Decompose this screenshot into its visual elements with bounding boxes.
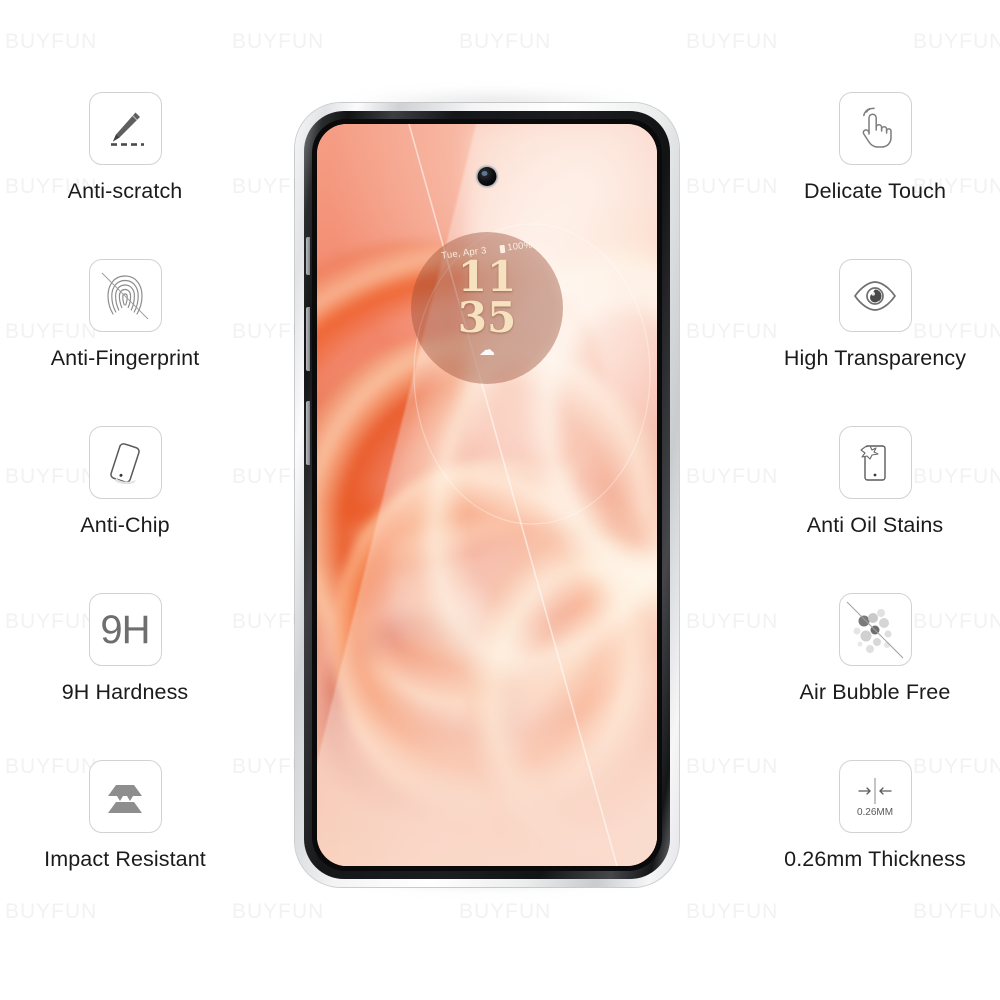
anti-scratch-icon-box [88, 92, 162, 165]
feature-thickness: 0.26MM 0.26mm Thickness [730, 760, 1000, 927]
phone-mockup: Tue, Apr 3 100% 11 35 ☁ 11 GSM ARENA.COM [287, 89, 687, 895]
clock-hour: 11 [457, 252, 517, 301]
feature-high-transparency: High Transparency [730, 259, 1000, 426]
feature-label: Anti-Fingerprint [50, 346, 200, 370]
clock-widget[interactable]: Tue, Apr 3 100% 11 35 ☁ [411, 232, 563, 384]
feature-label: Anti-scratch [67, 179, 183, 203]
feature-label: 0.26mm Thickness [784, 847, 966, 871]
anti-oil-stains-icon-box [838, 426, 912, 499]
feature-9h-hardness: 9H 9H Hardness [0, 593, 270, 760]
phone-screen[interactable]: Tue, Apr 3 100% 11 35 ☁ 11 GSM ARENA.COM [317, 124, 657, 866]
watermark-text: BUYFUN [459, 900, 552, 923]
thickness-value-text: 0.26MM [857, 807, 893, 818]
feature-label: Delicate Touch [803, 179, 947, 203]
feature-anti-fingerprint: Anti-Fingerprint [0, 259, 270, 426]
feature-air-bubble-free: Air Bubble Free [730, 593, 1000, 760]
battery-percent: 100% [506, 239, 534, 254]
air-bubble-free-icon-box [838, 593, 912, 666]
no-bubbles-icon [846, 601, 904, 658]
feature-anti-scratch: Anti-scratch [0, 92, 270, 259]
product-feature-graphic: BUYFUN BUYFUN BUYFUN BUYFUN BUYFUN BUYFUN BUYF… [0, 0, 1000, 1000]
layered-plates-icon [108, 784, 142, 813]
feature-label: High Transparency [783, 346, 967, 370]
feature-impact-resistant: Impact Resistant [0, 760, 270, 927]
anti-chip-icon-box [88, 426, 162, 499]
watermark-text: BUYFUN [686, 30, 779, 53]
side-button-volume-up[interactable] [306, 237, 310, 275]
watermark-text: BUYFUN [232, 30, 325, 53]
watermark-text: BUYFUN [459, 30, 552, 53]
eye-icon [854, 280, 896, 311]
delicate-touch-icon-box [838, 92, 912, 165]
pencil-scratch-icon [111, 112, 144, 146]
watermark-text: BUYFUN [913, 30, 1000, 53]
watermark-text: BUYFUN [5, 30, 98, 53]
hardness-icon-box: 9H [88, 593, 162, 666]
wallpaper-bottom-fade [317, 696, 657, 866]
tap-hand-icon [862, 107, 892, 148]
feature-delicate-touch: Delicate Touch [730, 92, 1000, 259]
fingerprint-icon [101, 272, 149, 319]
feature-label: Anti-Chip [80, 513, 170, 537]
feature-column-right: Delicate Touch High Transparency Anti Oi… [730, 92, 1000, 927]
battery-icon [500, 244, 507, 253]
phone-bezel: Tue, Apr 3 100% 11 35 ☁ 11 GSM ARENA.COM [312, 119, 662, 871]
high-transparency-icon-box [838, 259, 912, 332]
thickness-arrows-icon: 0.26MM [857, 777, 893, 818]
9h-text-icon: 9H [100, 607, 150, 652]
battery-status: 100% [500, 239, 533, 254]
thickness-icon-box: 0.26MM [838, 760, 912, 833]
feature-anti-chip: Anti-Chip [0, 426, 270, 593]
phone-oil-splash-icon [860, 444, 886, 481]
front-camera-punch-hole [477, 167, 497, 186]
feature-label: Anti Oil Stains [806, 513, 944, 537]
impact-resistant-icon-box [88, 760, 162, 833]
anti-fingerprint-icon-box [88, 259, 162, 332]
tilted-phone-icon [110, 442, 140, 484]
feature-label: Air Bubble Free [799, 680, 951, 704]
cloud-icon: ☁ [479, 342, 495, 360]
feature-label: Impact Resistant [44, 847, 206, 871]
feature-anti-oil-stains: Anti Oil Stains [730, 426, 1000, 593]
feature-column-left: Anti-scratch Anti-Fingerprint Anti-Chip … [0, 92, 270, 927]
clock-minute: 35 [457, 292, 517, 342]
side-button-volume-down[interactable] [306, 307, 310, 371]
side-button-power[interactable] [306, 401, 310, 465]
feature-label: 9H Hardness [61, 680, 189, 704]
